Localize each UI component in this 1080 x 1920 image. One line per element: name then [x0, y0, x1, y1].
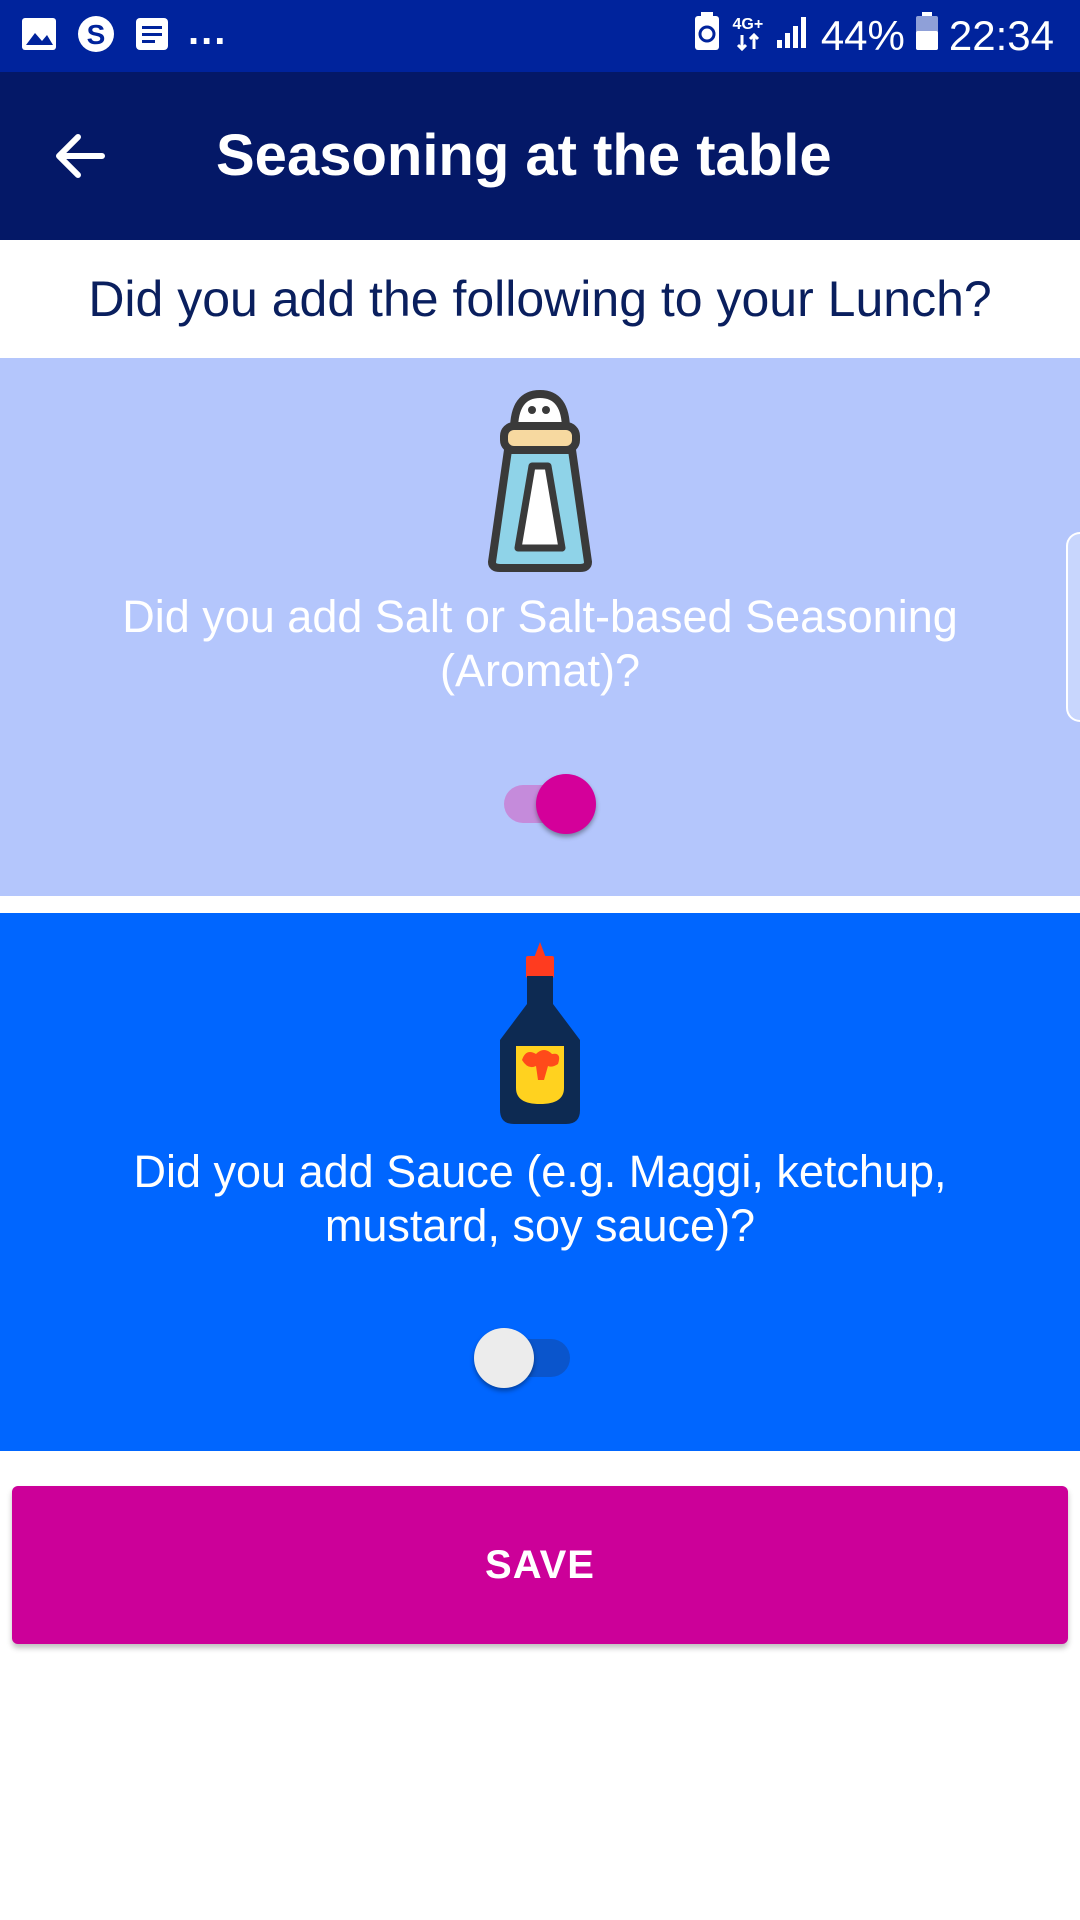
salt-toggle[interactable] [494, 769, 596, 834]
battery-saver-icon [693, 11, 721, 61]
arrow-left-icon [52, 128, 108, 189]
svg-text:S: S [87, 19, 106, 50]
salt-toggle-knob [536, 774, 596, 834]
battery-icon [915, 11, 939, 61]
app-bar: Seasoning at the table [0, 72, 1080, 240]
sauce-question-card: Did you add Sauce (e.g. Maggi, ketchup, … [0, 913, 1080, 1451]
edge-panel-handle[interactable] [1066, 532, 1080, 722]
save-button[interactable]: SAVE [12, 1486, 1068, 1644]
sauce-bottle-icon [480, 938, 600, 1128]
back-button[interactable] [40, 118, 120, 198]
clock: 22:34 [948, 12, 1054, 59]
signal-strength-icon [775, 12, 811, 60]
sauce-toggle-knob [474, 1328, 534, 1388]
salt-question-label: Did you add Salt or Salt-based Seasoning… [122, 591, 958, 696]
data-arrows-icon [736, 32, 760, 55]
page-title: Seasoning at the table [216, 123, 832, 188]
salt-shaker-icon [480, 386, 600, 576]
skype-icon: S [76, 14, 116, 59]
battery-percent: 44% [820, 12, 905, 59]
network-type-indicator: 4G+ [731, 17, 765, 55]
question-heading: Did you add the following to your Lunch? [88, 271, 992, 327]
more-notifications-indicator: ... [188, 8, 228, 53]
status-bar: S ... 4G+ 44% 22:34 [0, 0, 1080, 72]
sauce-question-label: Did you add Sauce (e.g. Maggi, ketchup, … [133, 1146, 947, 1251]
notes-icon [134, 16, 170, 57]
salt-question-card: Did you add Salt or Salt-based Seasoning… [0, 358, 1080, 896]
network-type-label: 4G+ [732, 16, 764, 33]
sauce-toggle[interactable] [474, 1323, 574, 1388]
gallery-icon [20, 15, 58, 58]
status-bar-system: 4G+ 44% 22:34 [693, 10, 1054, 62]
status-bar-notifications: S ... [20, 9, 227, 59]
